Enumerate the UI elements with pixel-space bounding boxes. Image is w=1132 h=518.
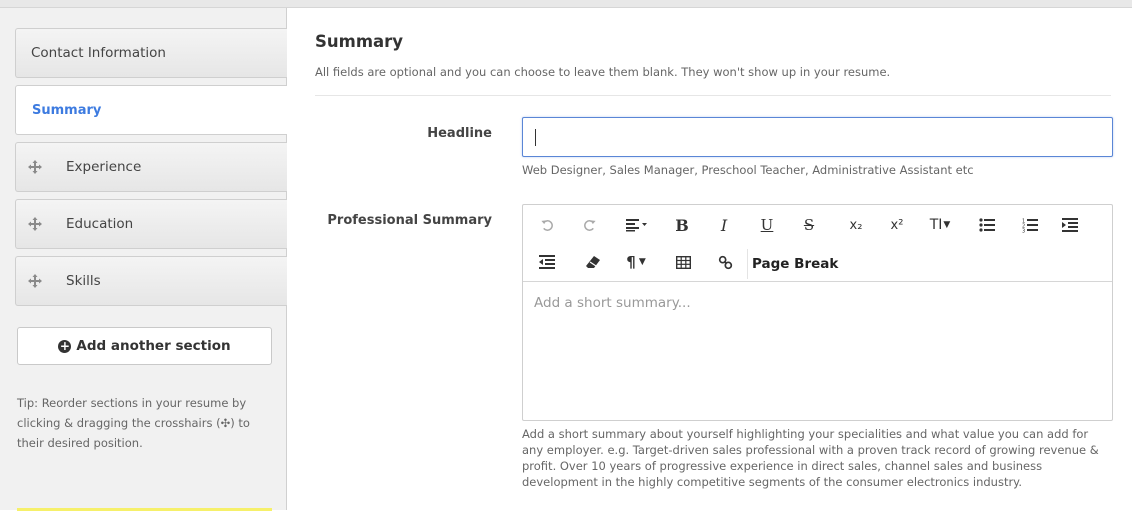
numbered-list-icon[interactable]: 123 (1015, 210, 1045, 240)
summary-editor[interactable]: B I U S x₂ x² TI ▼ 123 ¶ ▼ Page Break Ad… (522, 204, 1113, 421)
editor-toolbar: B I U S x₂ x² TI ▼ 123 ¶ ▼ Page Break (523, 205, 1112, 282)
professional-summary-label: Professional Summary (327, 213, 492, 228)
move-icon[interactable] (27, 216, 43, 232)
clipped-text (522, 506, 1112, 518)
sidebar-item-label: Skills (66, 273, 101, 289)
sidebar-item-summary[interactable]: Summary (15, 85, 287, 135)
clear-formatting-eraser-icon[interactable] (578, 247, 608, 277)
reorder-tip: Tip: Reorder sections in your resume by … (17, 396, 250, 450)
font-size-glyph: TI (929, 217, 943, 233)
top-bar (0, 0, 1132, 8)
move-icon[interactable] (27, 159, 43, 175)
paragraph-format-dropdown-icon[interactable]: ¶ ▼ (618, 247, 654, 277)
italic-icon[interactable]: I (709, 210, 739, 240)
link-icon[interactable] (710, 247, 740, 277)
undo-icon[interactable] (532, 210, 562, 240)
indent-icon[interactable] (1055, 210, 1085, 240)
summary-placeholder: Add a short summary... (534, 295, 691, 311)
sidebar-item-experience[interactable]: Experience (15, 142, 287, 192)
strikethrough-icon[interactable]: S (794, 210, 824, 240)
sidebar-item-label: Experience (66, 159, 142, 175)
page-break-button[interactable]: Page Break (747, 249, 842, 279)
redo-icon[interactable] (574, 210, 604, 240)
summary-hint: Add a short summary about yourself highl… (522, 427, 1099, 489)
sidebar-item-label: Education (66, 216, 134, 232)
move-icon[interactable] (27, 273, 43, 289)
outdent-icon[interactable] (532, 247, 562, 277)
page-title: Summary (315, 32, 404, 51)
superscript-icon[interactable]: x² (882, 210, 912, 240)
underline-icon[interactable]: U (752, 210, 782, 240)
font-size-dropdown-icon[interactable]: TI ▼ (922, 210, 958, 240)
main-content: Summary All fields are optional and you … (288, 8, 1132, 510)
add-section-label: Add another section (76, 338, 231, 354)
bold-icon[interactable]: B (667, 210, 697, 240)
sidebar-item-contact-information[interactable]: Contact Information (15, 28, 287, 78)
headline-label: Headline (427, 126, 492, 141)
headline-hint: Web Designer, Sales Manager, Preschool T… (522, 163, 974, 177)
sidebar-item-label: Contact Information (31, 45, 166, 61)
plus-circle-icon: + (58, 338, 72, 353)
paragraph-glyph: ¶ (626, 253, 636, 271)
headline-input[interactable] (522, 117, 1113, 157)
align-dropdown-icon[interactable] (618, 210, 656, 240)
svg-text:3: 3 (1022, 228, 1025, 233)
sidebar-item-education[interactable]: Education (15, 199, 287, 249)
divider (315, 95, 1111, 96)
table-icon[interactable] (668, 247, 698, 277)
add-section-button[interactable]: + Add another section (17, 327, 272, 365)
sidebar-item-skills[interactable]: Skills (15, 256, 287, 306)
sidebar: Contact Information Summary Experience E… (0, 8, 287, 511)
sidebar-item-label: Summary (32, 102, 102, 118)
page-subtitle: All fields are optional and you can choo… (315, 65, 891, 79)
subscript-icon[interactable]: x₂ (841, 210, 871, 240)
text-caret (535, 129, 536, 146)
bullet-list-icon[interactable] (972, 210, 1002, 240)
